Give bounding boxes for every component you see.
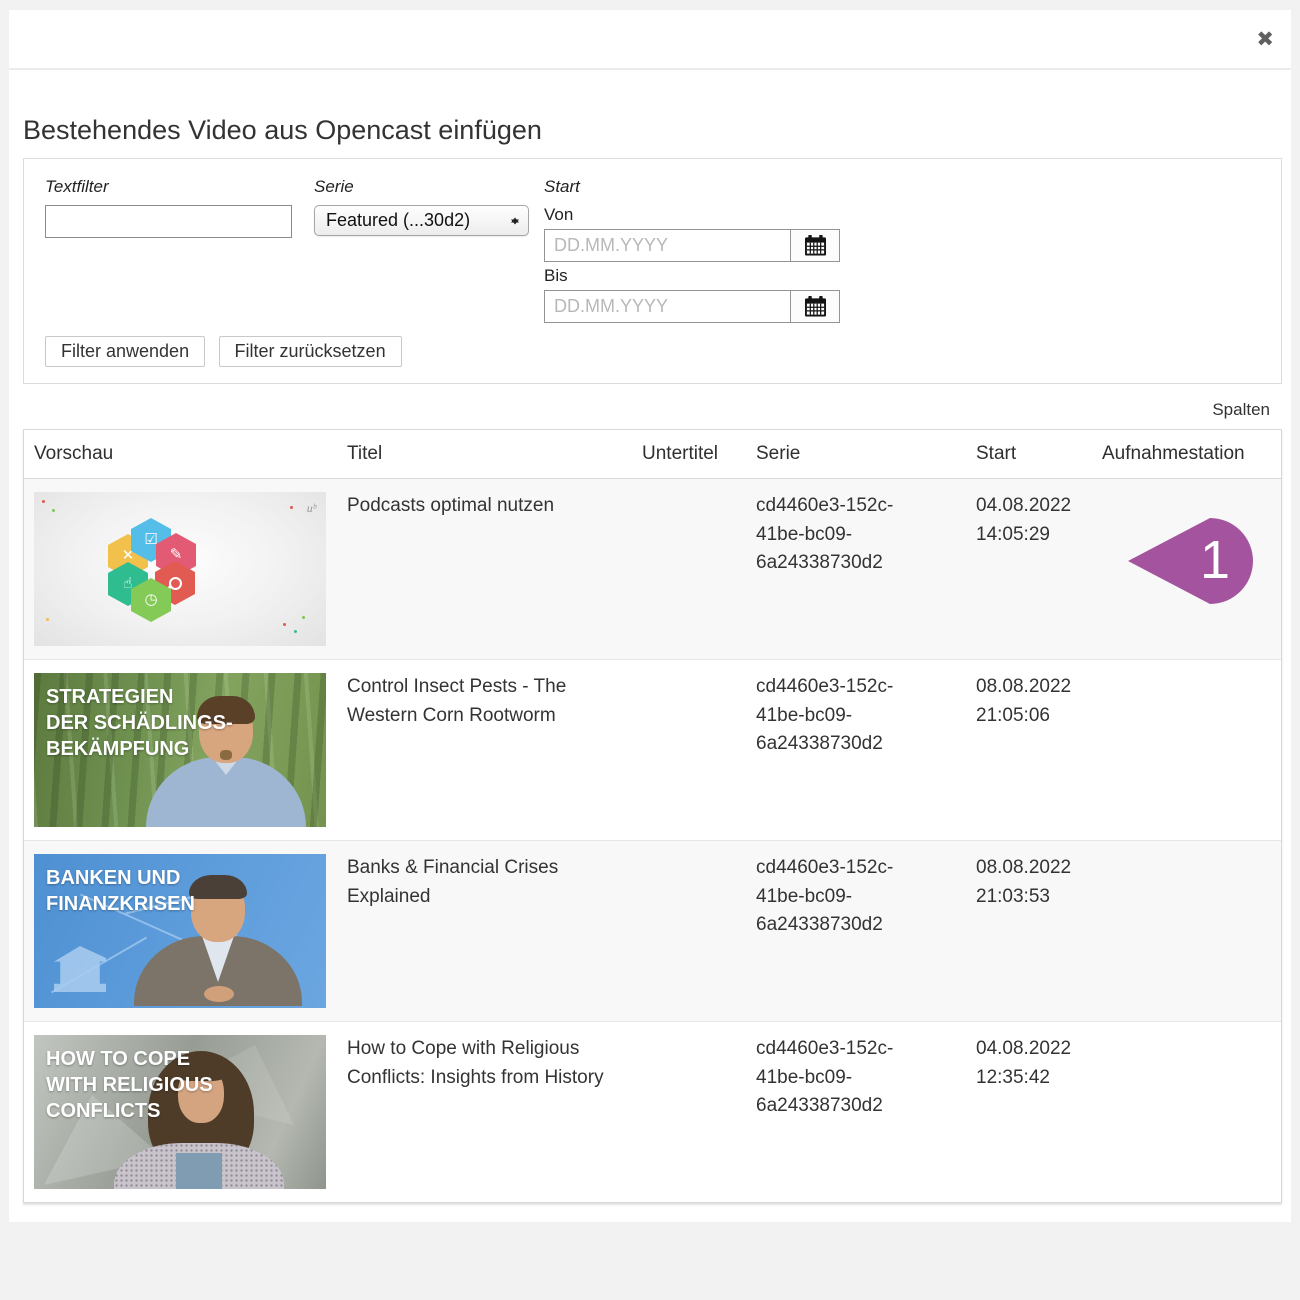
filter-apply-button[interactable]: Filter anwenden (45, 336, 205, 367)
column-header-titel: Titel (347, 430, 642, 479)
textfilter-input[interactable] (45, 205, 292, 238)
von-date-input[interactable] (544, 229, 791, 262)
modal-header: ✖ (9, 10, 1291, 70)
annotation-marker-1: 1 (1126, 514, 1256, 608)
video-table-container: Vorschau Titel Untertitel Serie Start Au… (23, 429, 1282, 1203)
column-header-serie: Serie (756, 430, 976, 479)
serie-label: Serie (314, 177, 529, 197)
video-serie: cd4460e3-152c-41be-bc09-6a24338730d2 (756, 660, 976, 841)
table-header-row: Vorschau Titel Untertitel Serie Start Au… (24, 430, 1281, 479)
table-row-banks[interactable]: BANKEN UND FINANZKRISEN Banks & Financia… (24, 841, 1281, 1022)
column-header-untertitel: Untertitel (642, 430, 756, 479)
video-title: Podcasts optimal nutzen (347, 479, 642, 660)
modal-body: Bestehendes Video aus Opencast einfügen … (9, 115, 1291, 1203)
von-label: Von (544, 205, 844, 225)
video-title: Control Insect Pests - The Western Corn … (347, 660, 642, 841)
university-logo: uᵇ (307, 499, 316, 517)
video-thumbnail-banks: BANKEN UND FINANZKRISEN (34, 854, 326, 1008)
video-serie: cd4460e3-152c-41be-bc09-6a24338730d2 (756, 479, 976, 660)
video-station (1102, 1022, 1281, 1203)
video-thumbnail-insect-pests: STRATEGIEN DER SCHÄDLINGS- BEKÄMPFUNG (34, 673, 326, 827)
columns-toggle-label[interactable]: Spalten (1212, 400, 1270, 419)
video-start: 04.08.2022 12:35:42 (976, 1022, 1102, 1203)
video-serie: cd4460e3-152c-41be-bc09-6a24338730d2 (756, 1022, 976, 1203)
video-thumbnail-religious-conflicts: HOW TO COPE WITH RELIGIOUS CONFLICTS (34, 1035, 326, 1189)
marker-number: 1 (1200, 530, 1230, 590)
calendar-icon (804, 235, 827, 256)
thumbnail-caption: STRATEGIEN DER SCHÄDLINGS- BEKÄMPFUNG (46, 684, 233, 762)
video-subtitle (642, 479, 756, 660)
video-title: Banks & Financial Crises Explained (347, 841, 642, 1022)
von-calendar-button[interactable] (790, 229, 840, 262)
thumbnail-caption: BANKEN UND FINANZKRISEN (46, 865, 195, 917)
table-row-religious-conflicts[interactable]: HOW TO COPE WITH RELIGIOUS CONFLICTS How… (24, 1022, 1281, 1203)
serie-select[interactable]: Featured (...30d2) (314, 205, 529, 236)
column-header-vorschau: Vorschau (24, 430, 347, 479)
calendar-icon (804, 296, 827, 317)
filter-reset-button[interactable]: Filter zurücksetzen (219, 336, 402, 367)
video-station (1102, 660, 1281, 841)
start-label: Start (544, 177, 844, 197)
page-title: Bestehendes Video aus Opencast einfügen (23, 115, 1282, 146)
close-icon[interactable]: ✖ (1252, 23, 1278, 56)
video-serie: cd4460e3-152c-41be-bc09-6a24338730d2 (756, 841, 976, 1022)
video-subtitle (642, 660, 756, 841)
video-station (1102, 841, 1281, 1022)
video-subtitle (642, 841, 756, 1022)
table-row-insect-pests[interactable]: STRATEGIEN DER SCHÄDLINGS- BEKÄMPFUNG Co… (24, 660, 1281, 841)
page-background: { "modal": { "title": "Bestehendes Video… (0, 0, 1300, 1300)
bis-calendar-button[interactable] (790, 290, 840, 323)
textfilter-label: Textfilter (45, 177, 292, 197)
table-row-podcasts[interactable]: ✕ ☑ ✎ ☝ ◷ uᵇ Podcasts optimal nutzen c (24, 479, 1281, 660)
video-start: 08.08.2022 21:05:06 (976, 660, 1102, 841)
video-start: 08.08.2022 21:03:53 (976, 841, 1102, 1022)
bis-label: Bis (544, 266, 844, 286)
video-thumbnail-podcasts: ✕ ☑ ✎ ☝ ◷ uᵇ (34, 492, 326, 646)
select-arrows-icon (511, 213, 520, 228)
bis-date-input[interactable] (544, 290, 791, 323)
video-subtitle (642, 1022, 756, 1203)
filter-panel: Textfilter Serie Featured (...30d2) Star… (23, 158, 1282, 384)
thumbnail-caption: HOW TO COPE WITH RELIGIOUS CONFLICTS (46, 1046, 213, 1124)
opencast-modal: ✖ Bestehendes Video aus Opencast einfüge… (9, 10, 1291, 1222)
video-table: Vorschau Titel Untertitel Serie Start Au… (24, 430, 1281, 1202)
serie-select-value: Featured (...30d2) (326, 210, 470, 230)
bank-icon (54, 946, 106, 992)
column-header-start: Start (976, 430, 1102, 479)
confetti-dots (42, 500, 45, 503)
video-title: How to Cope with Religious Conflicts: In… (347, 1022, 642, 1203)
columns-toggle: Spalten (23, 400, 1270, 420)
video-start: 04.08.2022 14:05:29 (976, 479, 1102, 660)
column-header-aufnahmestation: Aufnahmestation (1102, 430, 1281, 479)
